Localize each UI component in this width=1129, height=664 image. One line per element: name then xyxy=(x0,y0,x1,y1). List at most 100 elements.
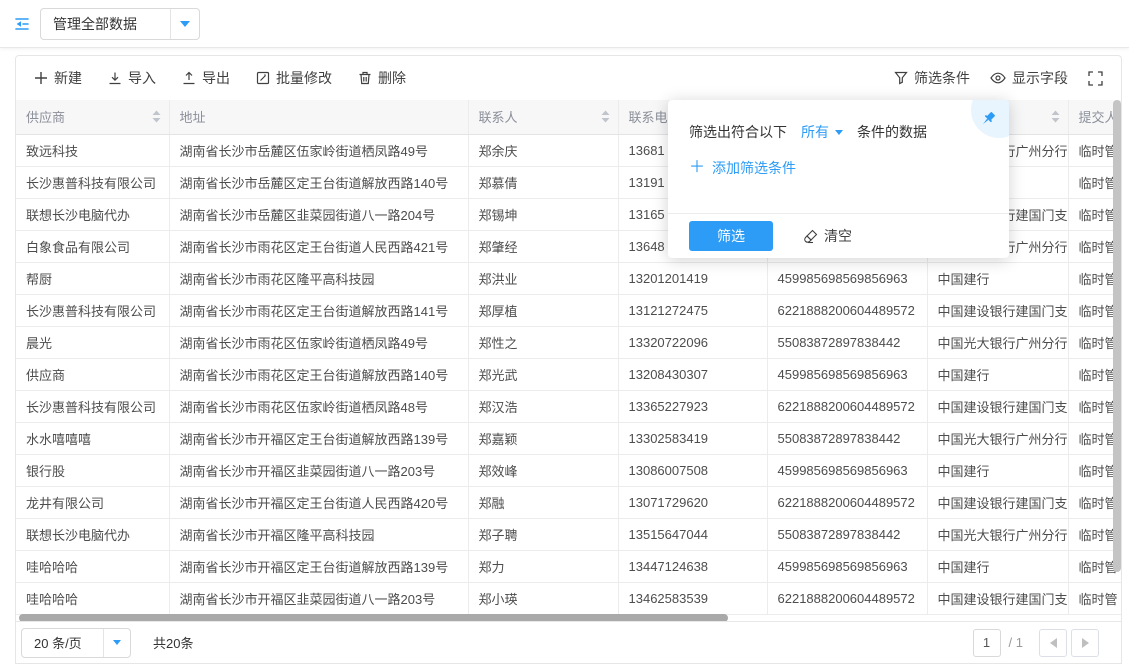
cell-bank: 中国光大银行广州分行 xyxy=(927,326,1068,358)
clear-icon xyxy=(803,229,818,244)
view-selector-caret[interactable] xyxy=(170,9,199,39)
table-row[interactable]: 帮厨湖南省长沙市雨花区隆平高科技园郑洪业13201201419459985698… xyxy=(16,262,1121,294)
cell-phone: 13086007508 xyxy=(618,454,767,486)
column-header-address: 地址 xyxy=(169,100,468,134)
import-icon xyxy=(108,71,122,85)
filter-conditions-button[interactable]: 筛选条件 xyxy=(894,68,970,88)
column-label: 联系人 xyxy=(479,107,518,126)
cell-bank: 中国建行 xyxy=(927,358,1068,390)
cell-contact: 郑小瑛 xyxy=(468,582,618,614)
batch-edit-button[interactable]: 批量修改 xyxy=(256,68,332,88)
cell-bank: 中国建行 xyxy=(927,550,1068,582)
cell-address: 湖南省长沙市开福区定王台街道人民西路420号 xyxy=(169,486,468,518)
cell-address: 湖南省长沙市雨花区隆平高科技园 xyxy=(169,262,468,294)
cell-bank: 中国建行 xyxy=(927,262,1068,294)
vertical-scrollbar-thumb[interactable] xyxy=(1113,100,1121,572)
prev-page-button[interactable] xyxy=(1039,629,1067,657)
cell-bank: 中国建设银行建国门支行 xyxy=(927,390,1068,422)
cell-account: 459985698569856963 xyxy=(767,454,927,486)
pagination-bar: 20 条/页 共20条 / 1 xyxy=(16,621,1121,663)
toolbar: 新建 导入 导出 批量修改 删除 筛选条件 显示字段 xyxy=(16,56,1121,100)
cell-bank: 中国光大银行广州分行 xyxy=(927,422,1068,454)
cell-contact: 郑厚植 xyxy=(468,294,618,326)
cell-supplier: 供应商 xyxy=(16,358,169,390)
cell-phone: 13121272475 xyxy=(618,294,767,326)
cell-address: 湖南省长沙市开福区定王台街道解放西路139号 xyxy=(169,422,468,454)
cell-supplier: 致远科技 xyxy=(16,134,169,166)
cell-bank: 中国建行 xyxy=(927,454,1068,486)
funnel-icon xyxy=(894,71,908,85)
cell-phone: 13462583539 xyxy=(618,582,767,614)
cell-contact: 郑子聘 xyxy=(468,518,618,550)
next-page-button[interactable] xyxy=(1071,629,1099,657)
cell-address: 湖南省长沙市岳麓区伍家岭街道栖凤路49号 xyxy=(169,134,468,166)
cell-address: 湖南省长沙市雨花区定王台街道人民西路421号 xyxy=(169,230,468,262)
add-filter-condition-link[interactable]: ＋ 添加筛选条件 xyxy=(689,158,796,178)
import-button[interactable]: 导入 xyxy=(108,68,156,88)
export-icon xyxy=(182,71,196,85)
cell-contact: 郑力 xyxy=(468,550,618,582)
filter-popup: 筛选出符合以下 所有 条件的数据 ＋ 添加筛选条件 筛选 清空 xyxy=(668,100,1009,258)
cell-phone: 13447124638 xyxy=(618,550,767,582)
table-row[interactable]: 长沙惠普科技有限公司湖南省长沙市雨花区伍家岭街道栖凤路48号郑汉浩1336522… xyxy=(16,390,1121,422)
pin-icon[interactable] xyxy=(979,110,997,128)
cell-address: 湖南省长沙市开福区隆平高科技园 xyxy=(169,518,468,550)
table-row[interactable]: 水水嘻嘻嘻湖南省长沙市开福区定王台街道解放西路139号郑嘉颖1330258341… xyxy=(16,422,1121,454)
column-header-supplier[interactable]: 供应商 xyxy=(16,100,169,134)
view-selector[interactable]: 管理全部数据 xyxy=(40,8,200,40)
cell-supplier: 银行股 xyxy=(16,454,169,486)
arrow-right-icon xyxy=(1082,638,1089,648)
cell-address: 湖南省长沙市开福区韭菜园街道八一路203号 xyxy=(169,454,468,486)
cell-supplier: 白象食品有限公司 xyxy=(16,230,169,262)
cell-phone: 13320722096 xyxy=(618,326,767,358)
cell-contact: 郑慕倩 xyxy=(468,166,618,198)
cell-phone: 13071729620 xyxy=(618,486,767,518)
cell-address: 湖南省长沙市雨花区定王台街道解放西路141号 xyxy=(169,294,468,326)
cell-supplier: 帮厨 xyxy=(16,262,169,294)
export-button[interactable]: 导出 xyxy=(182,68,230,88)
new-button[interactable]: 新建 xyxy=(34,68,82,88)
column-header-contact[interactable]: 联系人 xyxy=(468,100,618,134)
cell-supplier: 长沙惠普科技有限公司 xyxy=(16,390,169,422)
sort-icon xyxy=(601,110,610,123)
cell-supplier: 长沙惠普科技有限公司 xyxy=(16,294,169,326)
topbar: 管理全部数据 xyxy=(0,0,1129,48)
clear-filter-button[interactable]: 清空 xyxy=(803,226,852,246)
cell-account: 6221888200604489572 xyxy=(767,294,927,326)
collapse-sidebar-icon[interactable] xyxy=(13,15,31,33)
vertical-scrollbar[interactable] xyxy=(1113,100,1121,622)
arrow-left-icon xyxy=(1050,638,1057,648)
page-size-selector[interactable]: 20 条/页 xyxy=(21,628,131,658)
edit-icon xyxy=(256,71,270,85)
cell-address: 湖南省长沙市开福区定王台街道解放西路139号 xyxy=(169,550,468,582)
page-number-input[interactable] xyxy=(973,629,1001,657)
fullscreen-button[interactable] xyxy=(1088,71,1103,86)
table-row[interactable]: 哇哈哈哈湖南省长沙市开福区定王台街道解放西路139号郑力134471246384… xyxy=(16,550,1121,582)
cell-bank: 中国建设银行建国门支行 xyxy=(927,582,1068,614)
table-row[interactable]: 供应商湖南省长沙市雨花区定王台街道解放西路140号郑光武132084303074… xyxy=(16,358,1121,390)
filter-mode-dropdown[interactable]: 所有 xyxy=(801,122,843,142)
table-row[interactable]: 联想长沙电脑代办湖南省长沙市开福区隆平高科技园郑子聘13515647044550… xyxy=(16,518,1121,550)
cell-contact: 郑性之 xyxy=(468,326,618,358)
table-row[interactable]: 长沙惠普科技有限公司湖南省长沙市雨花区定王台街道解放西路141号郑厚植13121… xyxy=(16,294,1121,326)
apply-filter-button[interactable]: 筛选 xyxy=(689,221,773,251)
page-size-caret[interactable] xyxy=(103,629,130,657)
display-fields-button[interactable]: 显示字段 xyxy=(990,68,1068,88)
chevron-down-icon xyxy=(180,21,190,27)
table-row[interactable]: 龙井有限公司湖南省长沙市开福区定王台街道人民西路420号郑融1307172962… xyxy=(16,486,1121,518)
table-row[interactable]: 银行股湖南省长沙市开福区韭菜园街道八一路203号郑效峰1308600750845… xyxy=(16,454,1121,486)
chevron-down-icon xyxy=(113,640,121,645)
cell-contact: 郑锡坤 xyxy=(468,198,618,230)
table-row[interactable]: 哇哈哈哈湖南省长沙市开福区韭菜园街道八一路203号郑小瑛134625835396… xyxy=(16,582,1121,614)
cell-contact: 郑嘉颖 xyxy=(468,422,618,454)
cell-phone: 13365227923 xyxy=(618,390,767,422)
fullscreen-icon xyxy=(1088,71,1103,86)
delete-button[interactable]: 删除 xyxy=(358,68,406,88)
cell-account: 55083872897838442 xyxy=(767,518,927,550)
cell-bank: 中国建设银行建国门支行 xyxy=(927,486,1068,518)
table-row[interactable]: 晨光湖南省长沙市雨花区伍家岭街道栖凤路49号郑性之133207220965508… xyxy=(16,326,1121,358)
cell-address: 湖南省长沙市开福区韭菜园街道八一路203号 xyxy=(169,582,468,614)
cell-account: 6221888200604489572 xyxy=(767,582,927,614)
chevron-down-icon xyxy=(835,130,843,135)
filter-suffix-text: 条件的数据 xyxy=(857,122,927,142)
